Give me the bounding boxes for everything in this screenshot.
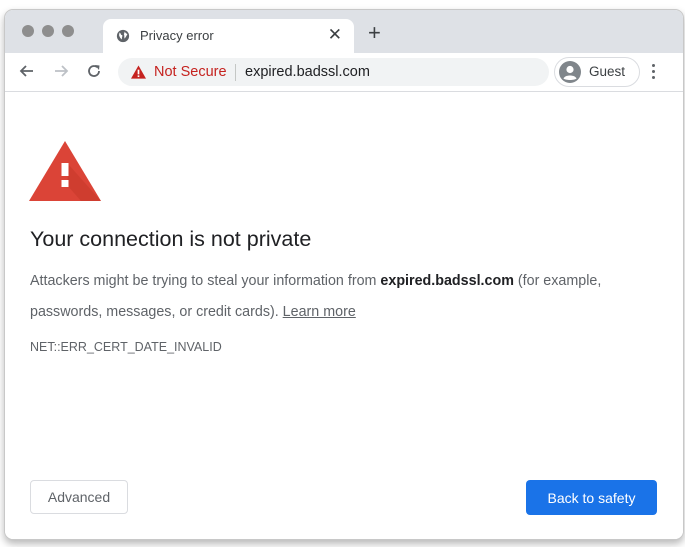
learn-more-link[interactable]: Learn more — [283, 304, 356, 320]
tab-close-icon[interactable]: ✕ — [328, 25, 342, 45]
toolbar: Not Secure expired.badssl.com Guest — [5, 53, 683, 92]
back-to-safety-button[interactable]: Back to safety — [526, 480, 657, 515]
description-text: Attackers might be trying to steal your … — [30, 273, 381, 289]
maximize-window-button[interactable] — [62, 25, 74, 37]
not-secure-label[interactable]: Not Secure — [154, 64, 227, 80]
address-bar[interactable]: Not Secure expired.badssl.com — [118, 58, 549, 86]
profile-label: Guest — [589, 64, 626, 79]
tab-strip: Privacy error ✕ + — [5, 10, 683, 53]
page-heading: Your connection is not private — [30, 227, 312, 251]
url-text[interactable]: expired.badssl.com — [245, 64, 370, 80]
description-domain: expired.badssl.com — [380, 273, 514, 289]
minimize-window-button[interactable] — [42, 25, 54, 37]
advanced-button[interactable]: Advanced — [30, 480, 128, 514]
warning-triangle-icon — [29, 141, 101, 201]
browser-window: Privacy error ✕ + Not Secure expired.bad… — [4, 9, 684, 540]
back-arrow-icon[interactable] — [17, 61, 37, 81]
avatar-icon — [559, 61, 581, 83]
kebab-menu-icon[interactable] — [652, 64, 656, 80]
reload-icon[interactable] — [84, 61, 104, 81]
new-tab-button[interactable]: + — [368, 19, 381, 47]
tab-title: Privacy error — [140, 28, 214, 43]
interstitial-page: Your connection is not private Attackers… — [5, 92, 683, 539]
close-window-button[interactable] — [22, 25, 34, 37]
globe-icon — [116, 29, 130, 43]
error-code[interactable]: NET::ERR_CERT_DATE_INVALID — [30, 340, 222, 354]
omnibox-separator — [235, 64, 236, 81]
page-description: Attackers might be trying to steal your … — [30, 266, 670, 328]
tab-privacy-error[interactable]: Privacy error ✕ — [103, 19, 354, 53]
warning-triangle-icon[interactable] — [131, 65, 146, 79]
forward-arrow-icon[interactable] — [51, 61, 71, 81]
profile-button[interactable]: Guest — [554, 57, 640, 87]
